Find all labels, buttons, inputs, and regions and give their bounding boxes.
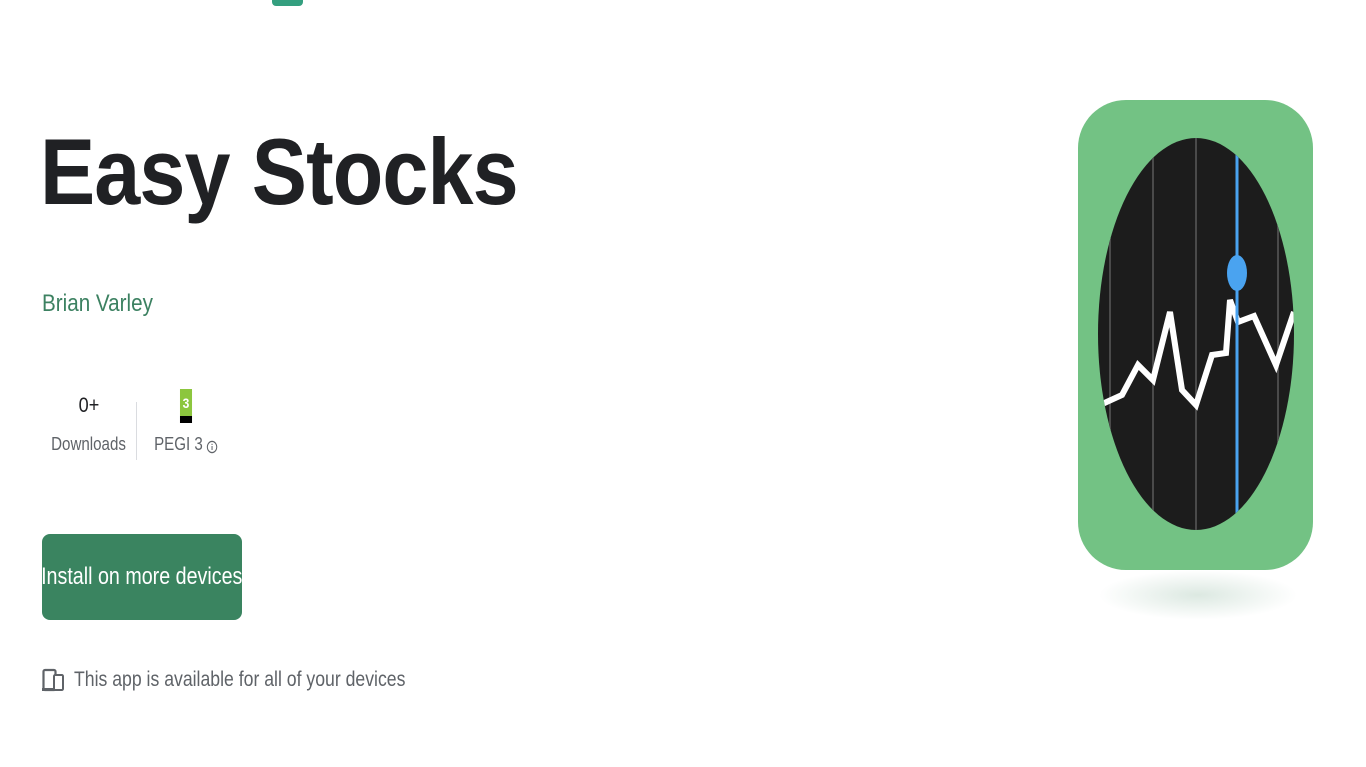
devices-icon (42, 666, 64, 694)
device-availability: This app is available for all of your de… (42, 666, 469, 694)
app-details-page: Easy Stocks Brian Varley 0+ Downloads 3 … (0, 0, 1366, 767)
availability-text: This app is available for all of your de… (74, 668, 406, 691)
developer-link[interactable]: Brian Varley (42, 288, 153, 320)
pegi-badge-base (179, 416, 193, 423)
downloads-stat: 0+ Downloads (42, 388, 136, 468)
content-rating-label-text: PEGI 3 (154, 434, 203, 454)
app-icon-shadow (1098, 570, 1298, 620)
stock-chart-logo-icon (1078, 100, 1313, 570)
active-tab-indicator (272, 0, 303, 6)
install-button-label: Install on more devices (41, 563, 243, 590)
pegi-badge-icon: 3 (179, 389, 193, 423)
app-title: Easy Stocks (40, 119, 519, 224)
app-icon-container (1078, 100, 1313, 620)
pegi-badge-number: 3 (179, 389, 193, 416)
content-rating-badge-wrap: 3 (179, 388, 193, 424)
info-icon[interactable] (206, 438, 218, 453)
downloads-label: Downloads (52, 434, 127, 455)
content-rating-label: PEGI 3 (154, 434, 218, 455)
install-on-more-devices-button[interactable]: Install on more devices (41, 534, 243, 620)
downloads-label-text: Downloads (51, 434, 127, 454)
app-stats: 0+ Downloads 3 PEGI 3 (42, 388, 229, 468)
downloads-count: 0+ (78, 394, 100, 417)
content-rating-stat[interactable]: 3 PEGI 3 (137, 388, 229, 468)
